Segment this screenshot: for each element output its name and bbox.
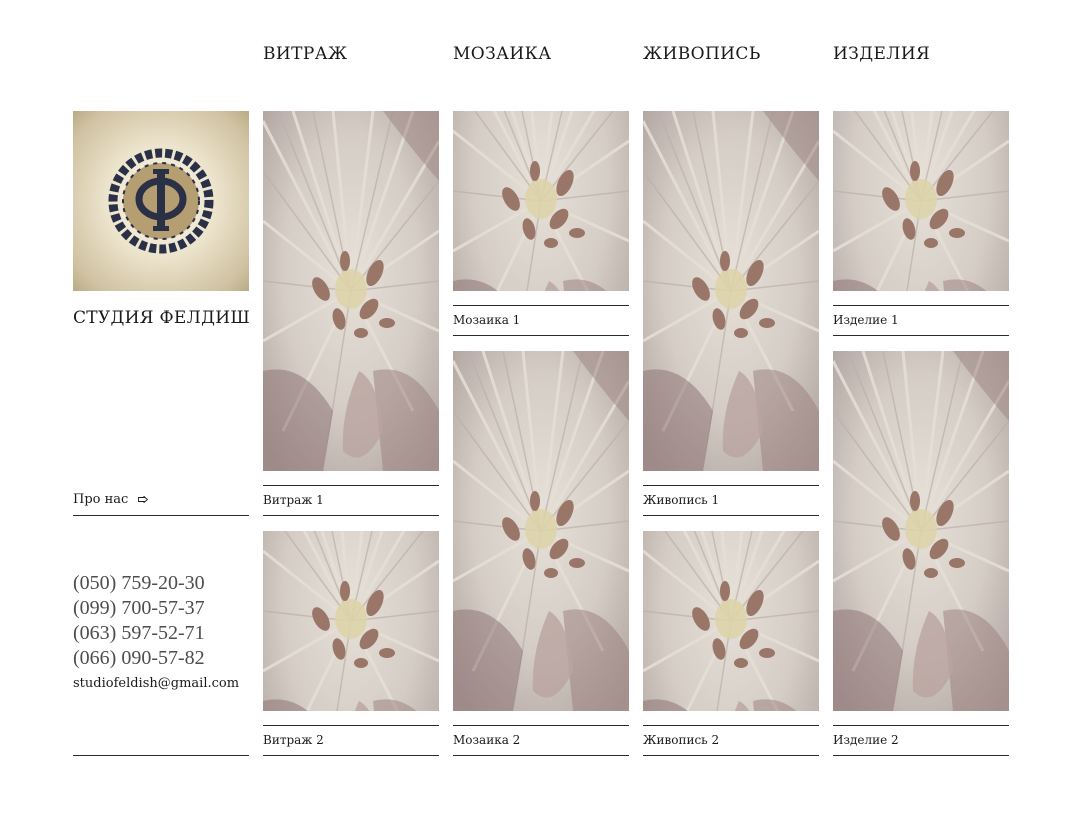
zhivopis-2-caption[interactable]: Живопись 2 xyxy=(643,732,719,748)
about-label: Про нас xyxy=(73,492,129,507)
studio-title: СТУДИЯ ФЕЛДИШ xyxy=(73,308,251,328)
divider xyxy=(453,755,629,756)
nav-zhivopis[interactable]: ЖИВОПИСЬ xyxy=(643,42,761,66)
divider xyxy=(833,305,1009,306)
divider xyxy=(263,725,439,726)
divider xyxy=(453,305,629,306)
izdeliya-1-caption[interactable]: Изделие 1 xyxy=(833,312,899,328)
izdeliya-2-image[interactable] xyxy=(833,351,1009,711)
phone-4[interactable]: (066) 090-57-82 xyxy=(73,646,205,671)
phone-1[interactable]: (050) 759-20-30 xyxy=(73,571,205,596)
divider xyxy=(263,515,439,516)
mozaika-2-caption[interactable]: Мозаика 2 xyxy=(453,732,520,748)
nav-vitrazh[interactable]: ВИТРАЖ xyxy=(263,42,347,66)
divider xyxy=(643,515,819,516)
arrow-right-icon xyxy=(138,496,149,503)
divider xyxy=(833,725,1009,726)
mozaika-1-caption[interactable]: Мозаика 1 xyxy=(453,312,520,328)
vitrazh-1-caption[interactable]: Витраж 1 xyxy=(263,492,324,508)
zhivopis-2-image[interactable] xyxy=(643,531,819,711)
izdeliya-1-image[interactable] xyxy=(833,111,1009,291)
nav-mozaika[interactable]: МОЗАИКА xyxy=(453,42,551,66)
zhivopis-1-image[interactable] xyxy=(643,111,819,471)
vitrazh-2-caption[interactable]: Витраж 2 xyxy=(263,732,324,748)
logo-emblem-icon xyxy=(108,148,214,254)
divider xyxy=(453,725,629,726)
phone-2[interactable]: (099) 700-57-37 xyxy=(73,596,205,621)
divider xyxy=(453,335,629,336)
divider xyxy=(263,755,439,756)
studio-logo[interactable] xyxy=(73,111,249,291)
nav-izdeliya[interactable]: ИЗДЕЛИЯ xyxy=(833,42,930,66)
vitrazh-2-image[interactable] xyxy=(263,531,439,711)
divider xyxy=(643,725,819,726)
zhivopis-1-caption[interactable]: Живопись 1 xyxy=(643,492,719,508)
phone-3[interactable]: (063) 597-52-71 xyxy=(73,621,205,646)
divider xyxy=(643,485,819,486)
divider xyxy=(263,485,439,486)
vitrazh-1-image[interactable] xyxy=(263,111,439,471)
divider xyxy=(643,755,819,756)
divider xyxy=(833,335,1009,336)
email-link[interactable]: studiofeldish@gmail.com xyxy=(73,676,239,692)
about-divider xyxy=(73,515,249,516)
contacts-divider xyxy=(73,755,249,756)
about-link[interactable]: Про нас xyxy=(73,492,149,508)
izdeliya-2-caption[interactable]: Изделие 2 xyxy=(833,732,899,748)
divider xyxy=(833,755,1009,756)
mozaika-1-image[interactable] xyxy=(453,111,629,291)
mozaika-2-image[interactable] xyxy=(453,351,629,711)
